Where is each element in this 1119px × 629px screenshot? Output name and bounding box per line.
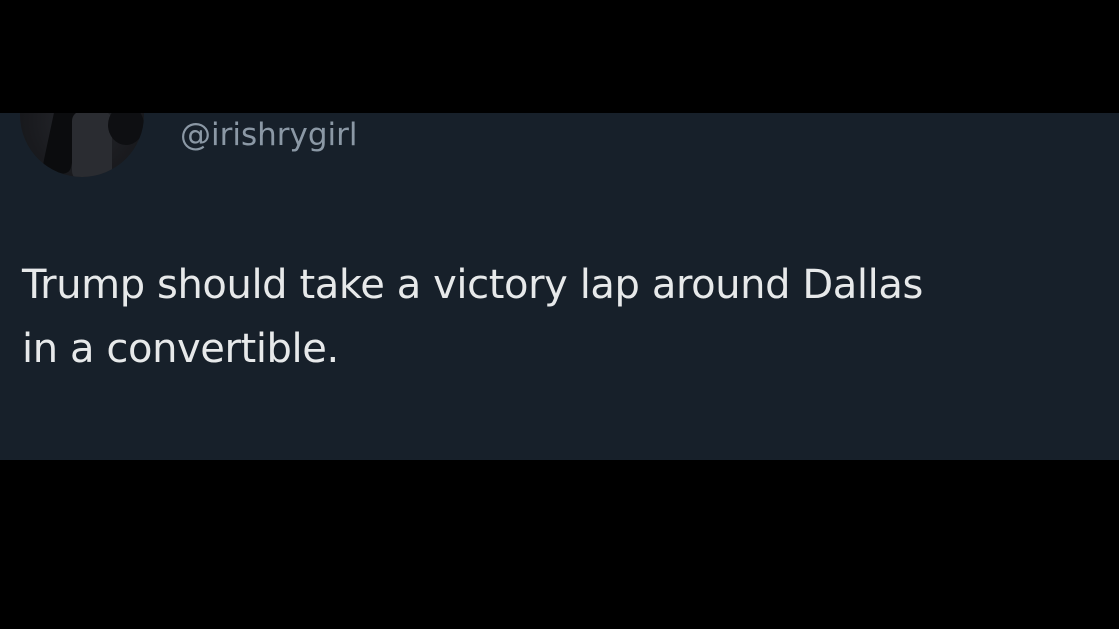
screenshot-frame: @irishrygirl Trump should take a victory… bbox=[0, 0, 1119, 629]
tweet-text: Trump should take a victory lap around D… bbox=[22, 253, 1102, 381]
tweet-text-line: in a convertible. bbox=[22, 326, 339, 372]
tweet-card: @irishrygirl Trump should take a victory… bbox=[0, 113, 1119, 460]
user-handle[interactable]: @irishrygirl bbox=[180, 115, 358, 155]
avatar[interactable] bbox=[20, 113, 144, 177]
avatar-shade bbox=[108, 113, 144, 145]
avatar-figure bbox=[72, 113, 112, 177]
tweet-text-line: Trump should take a victory lap around D… bbox=[22, 262, 923, 308]
